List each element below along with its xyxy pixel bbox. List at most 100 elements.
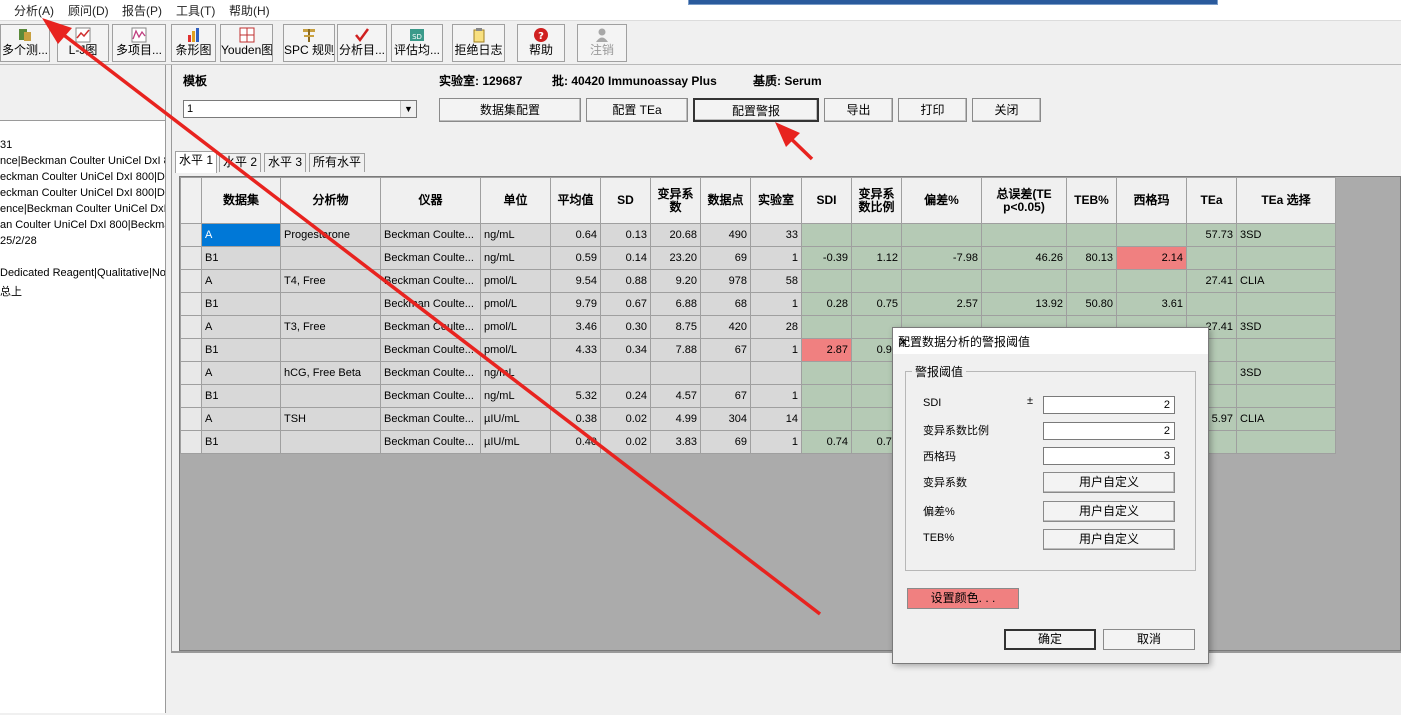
table-cell[interactable]: 8.75 (650, 315, 701, 339)
table-cell[interactable]: 1 (750, 338, 802, 362)
cv-ratio-input[interactable]: 2 (1043, 422, 1175, 440)
table-cell[interactable]: 14 (750, 407, 802, 431)
table-cell[interactable]: 1 (750, 246, 802, 270)
table-cell[interactable] (801, 269, 852, 293)
table-cell[interactable]: Beckman Coulte... (380, 361, 481, 385)
table-cell[interactable]: 67 (700, 384, 751, 408)
table-cell[interactable]: pmol/L (480, 292, 551, 316)
table-cell[interactable] (801, 384, 852, 408)
table-cell[interactable]: Progesterone (280, 223, 381, 247)
table-row[interactable]: B1 Beckman Coulte... pmol/L 9.79 0.67 6.88 68 1… (180, 292, 1336, 316)
table-cell[interactable]: B1 (201, 384, 281, 408)
table-cell[interactable]: 23.20 (650, 246, 701, 270)
table-cell[interactable]: 27.41 (1186, 269, 1237, 293)
table-cell[interactable] (650, 361, 701, 385)
table-cell[interactable]: 0.28 (801, 292, 852, 316)
table-cell[interactable]: 0.67 (600, 292, 651, 316)
table-cell[interactable] (280, 338, 381, 362)
table-cell[interactable] (280, 384, 381, 408)
table-cell[interactable]: 3SD (1236, 315, 1336, 339)
table-cell[interactable]: 0.74 (801, 430, 852, 454)
table-cell[interactable]: TSH (280, 407, 381, 431)
table-cell[interactable] (280, 246, 381, 270)
table-cell[interactable]: 0.14 (600, 246, 651, 270)
table-cell[interactable]: 0.75 (851, 292, 902, 316)
table-cell[interactable]: 0.24 (600, 384, 651, 408)
table-cell[interactable]: A (201, 315, 281, 339)
table-cell[interactable]: 6.88 (650, 292, 701, 316)
table-cell[interactable]: T4, Free (280, 269, 381, 293)
row-header[interactable] (180, 246, 202, 270)
table-cell[interactable] (1236, 246, 1336, 270)
logout-button[interactable]: 注销 (577, 24, 627, 62)
table-cell[interactable]: 9.79 (550, 292, 601, 316)
table-cell[interactable]: 1 (750, 292, 802, 316)
table-cell[interactable]: 1 (750, 384, 802, 408)
cancel-button[interactable]: 取消 (1103, 629, 1195, 650)
bar-chart-button[interactable]: 条形图 (171, 24, 216, 62)
table-cell[interactable]: 7.88 (650, 338, 701, 362)
table-cell[interactable] (600, 361, 651, 385)
analysis-target-button[interactable]: 分析目... (337, 24, 387, 62)
table-cell[interactable] (1186, 246, 1237, 270)
table-cell[interactable]: µIU/mL (480, 430, 551, 454)
table-cell[interactable]: 69 (700, 430, 751, 454)
row-header[interactable] (180, 292, 202, 316)
menu-report[interactable]: 报告(P) (122, 2, 162, 19)
row-header[interactable] (180, 223, 202, 247)
multi-test-button[interactable]: 多个测... (0, 24, 50, 62)
close-icon[interactable]: ✕ (898, 333, 1200, 351)
table-row[interactable]: B1 Beckman Coulte... ng/mL 0.59 0.14 23.20 69 1… (180, 246, 1336, 270)
table-cell[interactable]: CLIA (1236, 269, 1336, 293)
template-select[interactable]: 1 ▼ (183, 100, 417, 118)
menu-help[interactable]: 帮助(H) (229, 2, 270, 19)
table-cell[interactable]: 80.13 (1066, 246, 1117, 270)
table-cell[interactable]: 420 (700, 315, 751, 339)
table-cell[interactable]: 3SD (1236, 223, 1336, 247)
row-header[interactable] (180, 338, 202, 362)
table-cell[interactable]: B1 (201, 430, 281, 454)
table-cell[interactable]: Beckman Coulte... (380, 269, 481, 293)
table-cell[interactable]: pmol/L (480, 315, 551, 339)
table-cell[interactable] (851, 269, 902, 293)
table-cell[interactable] (981, 269, 1067, 293)
multi-item-button[interactable]: 多项目... (112, 24, 166, 62)
table-cell[interactable]: 4.99 (650, 407, 701, 431)
table-cell[interactable]: 3SD (1236, 361, 1336, 385)
ok-button[interactable]: 确定 (1004, 629, 1096, 650)
table-cell[interactable]: 5.32 (550, 384, 601, 408)
table-cell[interactable]: ng/mL (480, 223, 551, 247)
table-cell[interactable]: B1 (201, 292, 281, 316)
row-header[interactable] (180, 315, 202, 339)
set-color-button[interactable]: 设置颜色. . . (907, 588, 1019, 609)
column-header[interactable]: 偏差% (901, 177, 982, 224)
table-cell[interactable] (550, 361, 601, 385)
sdi-input[interactable]: 2 (1043, 396, 1175, 414)
table-cell[interactable] (801, 223, 852, 247)
table-cell[interactable]: 58 (750, 269, 802, 293)
table-cell[interactable]: 20.68 (650, 223, 701, 247)
table-cell[interactable]: CLIA (1236, 407, 1336, 431)
table-cell[interactable]: 9.20 (650, 269, 701, 293)
table-cell[interactable]: 50.80 (1066, 292, 1117, 316)
column-header[interactable]: SDI (801, 177, 852, 224)
spc-rule-button[interactable]: SPC 规则 (283, 24, 335, 62)
data-grid[interactable]: 数据集 分析物 仪器 单位 平均值 SD 变异系数 数据点 实验室 SDI 变异系数比例 偏差% 总误差… (179, 176, 1401, 651)
config-alert-button[interactable]: 配置警报 (693, 98, 819, 122)
lj-chart-button[interactable]: L-J图 (57, 24, 109, 62)
table-cell[interactable]: 67 (700, 338, 751, 362)
table-cell[interactable] (280, 292, 381, 316)
table-cell[interactable]: A (201, 361, 281, 385)
tree-item[interactable]: 总上 (0, 283, 22, 299)
table-cell[interactable]: 0.38 (550, 407, 601, 431)
column-header[interactable]: 变异系数比例 (851, 177, 902, 224)
column-header[interactable]: TEa 选择 (1236, 177, 1336, 224)
table-cell[interactable]: pmol/L (480, 338, 551, 362)
table-cell[interactable]: 0.02 (600, 430, 651, 454)
table-cell[interactable]: Beckman Coulte... (380, 223, 481, 247)
table-cell[interactable] (1116, 223, 1187, 247)
table-cell[interactable] (801, 361, 852, 385)
table-cell[interactable] (750, 361, 802, 385)
table-cell[interactable] (1186, 292, 1237, 316)
table-cell[interactable]: A (201, 269, 281, 293)
